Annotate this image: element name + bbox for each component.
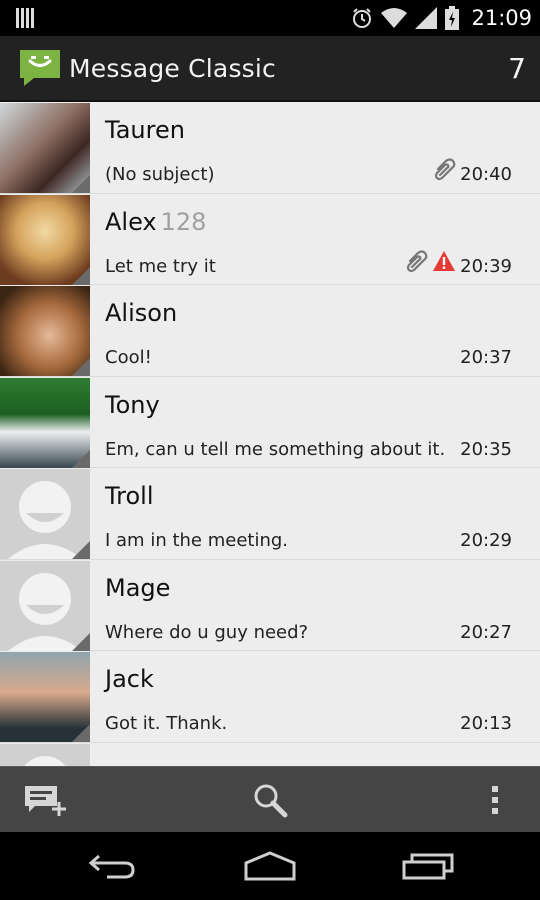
contact-name: Troll [105, 482, 154, 510]
message-indicators [404, 248, 456, 274]
message-time: 20:29 [460, 530, 512, 551]
contact-avatar[interactable] [0, 103, 90, 193]
message-preview: Em, can u tell me something about it. [105, 438, 446, 460]
compose-message-icon [25, 786, 66, 816]
back-button[interactable] [57, 832, 167, 900]
alarm-icon [353, 8, 372, 28]
conversation-row[interactable]: Mage Where do u guy need? 20:27 [0, 559, 540, 651]
contact-name: Tauren [105, 116, 185, 144]
bottom-toolbar [0, 766, 540, 832]
message-preview: Where do u guy need? [105, 621, 309, 643]
overflow-menu-button[interactable] [450, 767, 540, 833]
contact-name-line: Alison [105, 299, 177, 327]
message-time: 20:13 [460, 713, 512, 734]
message-preview: Cool! [105, 347, 152, 368]
wifi-icon [381, 8, 408, 28]
contact-name-line: Troll [105, 482, 154, 510]
contact-avatar[interactable] [0, 560, 90, 651]
conversation-row[interactable]: Alison Cool! 20:37 [0, 285, 540, 377]
contact-avatar[interactable] [0, 194, 90, 285]
unread-count: 7 [508, 52, 526, 85]
overflow-menu-icon [492, 786, 498, 814]
conversation-row[interactable]: Troll I am in the meeting. 20:29 [0, 468, 540, 560]
search-icon [254, 784, 288, 818]
quick-contact-corner [72, 175, 90, 193]
contact-name: Jack [105, 665, 154, 693]
conversation-list[interactable]: Tauren (No subject) 20:40 Alex 128 Let me try… [0, 102, 540, 766]
contact-name-line: Tauren [105, 116, 185, 144]
default-avatar-icon [0, 743, 90, 766]
contact-name: Alison [105, 299, 178, 327]
chat-bubble-smile-icon[interactable] [18, 48, 62, 88]
action-bar: Message Classic 7 [0, 36, 540, 102]
quick-contact-corner [72, 449, 90, 468]
home-icon [244, 851, 296, 881]
quick-contact-corner [72, 266, 90, 285]
contact-name: Tony [105, 390, 160, 419]
message-preview: (No subject) [105, 164, 215, 185]
recent-apps-button[interactable] [373, 832, 483, 900]
contact-name-line: Mage [105, 574, 170, 602]
message-preview: Got it. Thank. [105, 713, 228, 734]
message-time: 20:40 [460, 164, 512, 185]
home-button[interactable] [215, 832, 325, 900]
navigation-bar [0, 832, 540, 900]
signal-icon [415, 7, 438, 29]
attachment-icon [406, 249, 428, 272]
battery-charging-icon [445, 6, 460, 30]
conversation-row[interactable]: Jack Got it. Thank. 20:13 [0, 651, 540, 743]
conversation-row[interactable]: Tony Em, can u tell me something about it… [0, 376, 540, 468]
quick-contact-corner [72, 724, 90, 742]
conversation-row[interactable]: Alex 128 Let me try it 20:39 [0, 193, 540, 285]
conversation-row[interactable]: Tauren (No subject) 20:40 [0, 102, 540, 194]
back-icon [88, 854, 135, 879]
message-preview: I am in the meeting. [105, 530, 289, 551]
quick-contact-corner [72, 632, 90, 651]
message-preview: Let me try it [105, 255, 216, 277]
contact-name: Mage [105, 573, 171, 602]
contact-avatar[interactable] [0, 469, 90, 559]
contact-avatar[interactable] [0, 286, 90, 376]
warning-icon [433, 250, 455, 271]
contact-name-line: Jack [105, 665, 154, 693]
notification-icon [16, 8, 34, 28]
contact-avatar[interactable] [0, 377, 90, 468]
quick-contact-corner [72, 358, 90, 376]
message-time: 20:39 [460, 255, 512, 277]
status-bar: 21:09 [0, 0, 540, 36]
contact-avatar[interactable] [0, 652, 90, 742]
message-time: 20:35 [460, 438, 512, 460]
status-time: 21:09 [471, 6, 532, 30]
message-indicators [432, 156, 456, 182]
contact-name: Alex [105, 207, 157, 236]
attachment-icon [434, 158, 456, 181]
message-count: 128 [160, 207, 207, 236]
recent-apps-icon [402, 853, 454, 880]
conversation-row-partial[interactable] [0, 742, 540, 766]
search-button[interactable] [225, 767, 315, 833]
message-time: 20:37 [460, 347, 512, 368]
compose-button[interactable] [0, 767, 90, 833]
app-title: Message Classic [69, 54, 276, 83]
quick-contact-corner [72, 541, 90, 559]
contact-name-line: Alex 128 [105, 208, 206, 236]
contact-avatar[interactable] [0, 743, 90, 766]
contact-name-line: Tony [105, 391, 160, 419]
message-time: 20:27 [460, 621, 512, 643]
